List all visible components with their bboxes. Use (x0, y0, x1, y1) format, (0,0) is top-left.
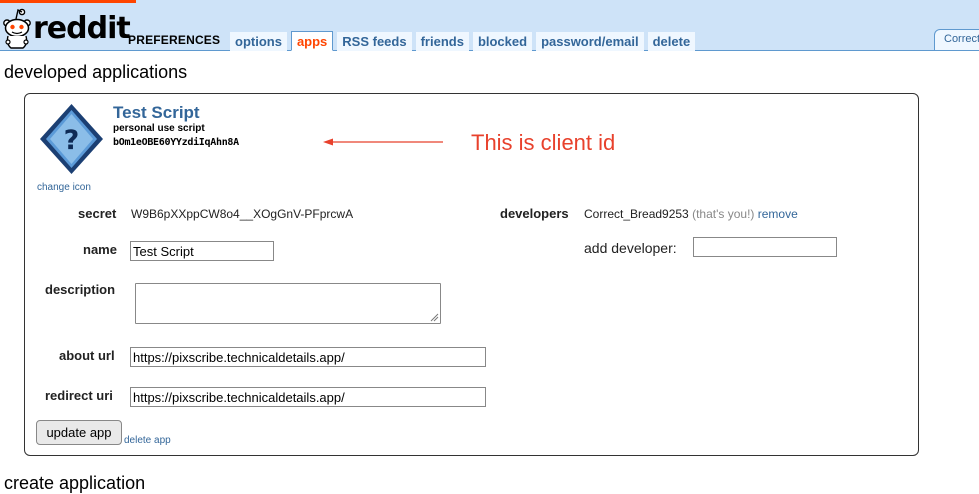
about-url-label: about url (59, 348, 115, 363)
annotation-text: This is client id (471, 130, 616, 155)
reddit-alien-icon[interactable] (2, 6, 32, 50)
delete-app-link[interactable]: delete app (124, 435, 171, 446)
username-link[interactable]: Correct (944, 33, 979, 45)
question-mark-diamond-icon: ? (40, 104, 103, 174)
tab-password-email[interactable]: password/email (536, 32, 644, 51)
description-field[interactable] (135, 283, 441, 324)
create-application-title: create application (4, 473, 146, 493)
remove-developer-link[interactable]: remove (758, 207, 798, 221)
update-app-button[interactable]: update app (36, 420, 122, 445)
tab-rss-feeds[interactable]: RSS feeds (337, 32, 412, 51)
section-title: developed applications (4, 62, 188, 82)
add-developer-label: add developer: (584, 240, 677, 256)
tab-friends[interactable]: friends (415, 32, 469, 51)
change-icon-link[interactable]: change icon (37, 182, 91, 193)
name-label: name (83, 242, 117, 257)
app-name: Test Script (113, 103, 200, 122)
annotation-arrow-icon (323, 138, 443, 146)
tab-blocked[interactable]: blocked (472, 32, 533, 51)
redirect-uri-field[interactable] (130, 387, 486, 407)
name-field[interactable] (130, 241, 274, 261)
svg-text:?: ? (64, 125, 80, 156)
preferences-tabs: options apps RSS feeds friends blocked p… (230, 31, 699, 51)
resize-grip-icon[interactable] (429, 312, 439, 322)
redirect-uri-label: redirect uri (45, 388, 113, 403)
tab-delete[interactable]: delete (647, 32, 696, 51)
secret-value: W9B6pXXppCW8o4__XOgGnV-PFprcwA (131, 207, 354, 221)
reddit-wordmark[interactable]: reddit (33, 11, 131, 46)
header: reddit PREFERENCES options apps RSS feed… (0, 3, 979, 51)
tab-options[interactable]: options (230, 32, 287, 51)
app-type: personal use script (113, 123, 205, 134)
user-box[interactable]: Correct (934, 29, 979, 51)
developer-entry: Correct_Bread9253 (that's you!) remove (584, 207, 798, 221)
add-developer-field[interactable] (693, 237, 837, 257)
developer-you-note: (that's you!) (692, 207, 755, 221)
description-label: description (45, 282, 116, 297)
developers-label: developers (500, 206, 569, 221)
secret-label: secret (78, 206, 117, 221)
client-id: bOm1eOBE60YYzdiIqAhn8A (113, 137, 239, 148)
about-url-field[interactable] (130, 347, 486, 367)
page-name: PREFERENCES (128, 33, 221, 47)
tab-apps[interactable]: apps (290, 31, 334, 51)
developer-name[interactable]: Correct_Bread9253 (584, 207, 689, 221)
